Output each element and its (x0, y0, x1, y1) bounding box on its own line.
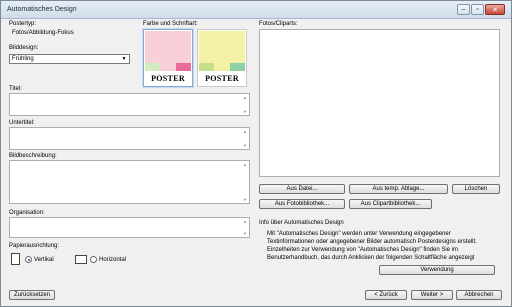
design-2-strip (199, 63, 245, 71)
design-option-1[interactable]: POSTER (143, 29, 193, 87)
portrait-page-icon (11, 253, 20, 265)
zuruecksetzen-button[interactable]: Zurücksetzen (9, 290, 55, 300)
chevron-down-icon: ▼ (121, 56, 127, 62)
close-button[interactable]: ✕ (485, 4, 505, 15)
scroll-down-icon[interactable]: ▼ (241, 230, 249, 237)
vertikal-radio[interactable] (25, 256, 32, 263)
horizontal-radio[interactable] (90, 256, 97, 263)
design-1-color (145, 31, 191, 63)
bilddesign-select[interactable]: Frühling ▼ (9, 54, 130, 64)
titel-label: Titel: (9, 86, 22, 92)
landscape-page-icon (75, 255, 87, 264)
title-bar: Automatisches Design – ▫ ✕ (1, 1, 511, 19)
bilddesign-label: Bilddesign: (9, 45, 39, 51)
aus-datei-button[interactable]: Aus Datei... (259, 184, 345, 194)
organisation-input[interactable]: ▲ ▼ (9, 217, 250, 238)
window-title: Automatisches Design (7, 6, 77, 13)
weiter-button[interactable]: Weiter > (411, 290, 453, 300)
vertikal-label[interactable]: Vertikal (34, 257, 54, 263)
scroll-down-icon[interactable]: ▼ (241, 108, 249, 115)
info-line-3: Einzelheiten zur Verwendung von "Automat… (267, 247, 459, 253)
abbrechen-button[interactable]: Abbrechen (456, 290, 502, 300)
minimize-button[interactable]: – (457, 4, 470, 15)
horizontal-label[interactable]: Horizontal (99, 257, 126, 263)
fotos-label: Fotos/Cliparts: (259, 21, 298, 27)
scroll-up-icon[interactable]: ▲ (241, 94, 249, 101)
design-2-caption: POSTER (205, 74, 239, 83)
untertitel-label: Untertitel: (9, 120, 35, 126)
design-2-color (199, 31, 245, 63)
farbe-label: Farbe und Schriftart: (143, 21, 198, 27)
untertitel-scrollbar[interactable]: ▲ ▼ (241, 128, 249, 149)
bildbeschreibung-scrollbar[interactable]: ▲ ▼ (241, 161, 249, 203)
info-description: Mit "Automatisches Design" werden unter … (267, 230, 503, 262)
titel-scrollbar[interactable]: ▲ ▼ (241, 94, 249, 115)
organisation-scrollbar[interactable]: ▲ ▼ (241, 218, 249, 237)
aus-temp-ablage-button[interactable]: Aus temp. Ablage... (349, 184, 448, 194)
bildbeschreibung-input[interactable]: ▲ ▼ (9, 160, 250, 204)
verwendung-button[interactable]: Verwendung (379, 265, 495, 275)
postertyp-value: Fotos/Abbildung-Fokus (12, 30, 74, 36)
scroll-up-icon[interactable]: ▲ (241, 218, 249, 225)
info-line-4: Benutzerhandbuch, das durch Anklicken de… (267, 255, 475, 261)
zurueck-button[interactable]: < Zurück (365, 290, 407, 300)
maximize-icon: ▫ (476, 6, 479, 13)
info-line-1: Mit "Automatisches Design" werden unter … (267, 231, 451, 237)
dialog-window: Automatisches Design – ▫ ✕ Postertyp: Fo… (0, 0, 512, 307)
bilddesign-value: Frühling (12, 56, 34, 62)
untertitel-input[interactable]: ▲ ▼ (9, 127, 250, 150)
papier-label: Papierausrichtung: (9, 243, 60, 249)
aus-clipartbibliothek-button[interactable]: Aus Clipartbibliothek... (349, 199, 432, 209)
bildbeschreibung-label: Bildbeschreibung: (9, 153, 57, 159)
close-icon: ✕ (492, 6, 498, 14)
scroll-down-icon[interactable]: ▼ (241, 196, 249, 203)
scroll-up-icon[interactable]: ▲ (241, 128, 249, 135)
scroll-up-icon[interactable]: ▲ (241, 161, 249, 168)
loeschen-button[interactable]: Löschen (452, 184, 500, 194)
aus-fotobibliothek-button[interactable]: Aus Fotobibliothek... (259, 199, 345, 209)
organisation-label: Organisation: (9, 210, 45, 216)
scroll-down-icon[interactable]: ▼ (241, 142, 249, 149)
info-heading: Info über Automatisches Design (259, 220, 344, 226)
design-option-2[interactable]: POSTER (197, 29, 247, 87)
design-1-caption: POSTER (151, 74, 185, 83)
titel-input[interactable]: ▲ ▼ (9, 93, 250, 116)
maximize-button[interactable]: ▫ (471, 4, 484, 15)
minimize-icon: – (461, 6, 466, 13)
fotos-list[interactable] (259, 29, 500, 177)
info-line-2: Textinformationen oder angegebener Bilde… (267, 239, 477, 245)
design-1-strip (145, 63, 191, 71)
postertyp-label: Postertyp: (9, 21, 37, 27)
